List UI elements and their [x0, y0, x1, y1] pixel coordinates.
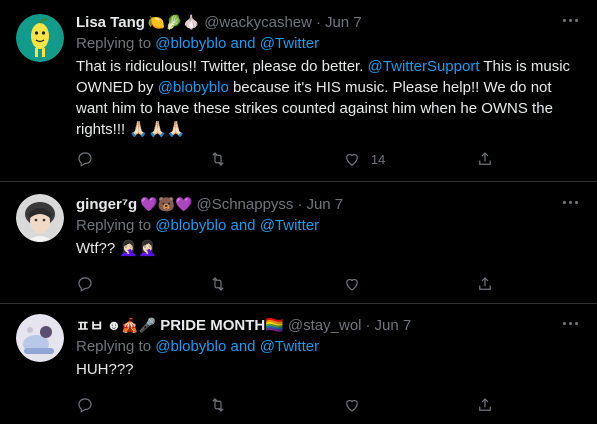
replying-prefix: Replying to [76, 217, 152, 234]
like-button[interactable]: 14 [343, 149, 476, 169]
avatar[interactable] [16, 194, 64, 242]
reply-icon [78, 277, 92, 292]
display-name[interactable]: Lisa Tang [76, 14, 145, 31]
more-icon[interactable] [559, 9, 581, 31]
tweet-text: HUH??? [76, 361, 134, 378]
tweet-date[interactable]: Jun 7 [306, 196, 343, 213]
reply-button[interactable] [76, 274, 209, 294]
user-handle[interactable]: @stay_wol [288, 317, 362, 334]
replying-user-link[interactable]: @blobyblo [155, 35, 226, 52]
tweet-body: ginger⁷g 💜🐻💜 @Schnappyss · Jun 7 Replyin… [76, 193, 581, 259]
reply-button[interactable] [76, 395, 209, 415]
text-segment: That is ridiculous!! Twitter, please do … [76, 58, 368, 75]
retweet-button[interactable] [209, 395, 342, 415]
display-name-suffix[interactable]: PRIDE MONTH🏳️‍🌈 [160, 316, 284, 334]
share-icon [479, 152, 492, 165]
like-button[interactable] [343, 395, 476, 415]
reply-button[interactable] [76, 149, 209, 169]
replying-prefix: Replying to [76, 338, 152, 355]
name-emojis: 💜🐻💜 [140, 195, 193, 212]
replying-to: Replying to @blobyblo and @Twitter [76, 216, 581, 236]
tweet-body: ㅍㅂ ☻🎪🎤 PRIDE MONTH🏳️‍🌈 @stay_wol · Jun 7… [76, 314, 581, 380]
tweet-header: ginger⁷g 💜🐻💜 @Schnappyss · Jun 7 [76, 193, 581, 215]
replying-user-link[interactable]: @Twitter [260, 217, 319, 234]
replying-user-link[interactable]: @blobyblo [155, 217, 226, 234]
separator: · [297, 195, 303, 213]
retweet-icon [212, 152, 225, 166]
tweet-actions [76, 395, 496, 415]
tweet-actions [76, 274, 496, 294]
tweet[interactable]: Lisa Tang 🍋🥬🧄 @wackycashew · Jun 7 Reply… [0, 0, 597, 182]
replying-to: Replying to @blobyblo and @Twitter [76, 337, 581, 357]
reply-icon [78, 152, 92, 167]
replying-prefix: Replying to [76, 35, 152, 52]
tweet-feed: Lisa Tang 🍋🥬🧄 @wackycashew · Jun 7 Reply… [0, 0, 597, 424]
display-name[interactable]: ginger⁷g [76, 196, 137, 213]
more-icon[interactable] [559, 191, 581, 213]
user-handle[interactable]: @wackycashew [204, 14, 312, 31]
avatar[interactable] [16, 14, 64, 62]
name-emojis: 🍋🥬🧄 [147, 13, 201, 30]
retweet-icon [212, 398, 225, 412]
like-icon [345, 278, 358, 291]
share-button[interactable] [476, 149, 496, 169]
tweet-text: That is ridiculous!! Twitter, please do … [76, 56, 581, 140]
share-icon [479, 398, 492, 411]
tweet[interactable]: ginger⁷g 💜🐻💜 @Schnappyss · Jun 7 Replyin… [0, 182, 597, 304]
replying-and[interactable]: and [231, 338, 256, 355]
tweet-header: Lisa Tang 🍋🥬🧄 @wackycashew · Jun 7 [76, 11, 581, 33]
retweet-button[interactable] [209, 149, 342, 169]
retweet-button[interactable] [209, 274, 342, 294]
tweet[interactable]: ㅍㅂ ☻🎪🎤 PRIDE MONTH🏳️‍🌈 @stay_wol · Jun 7… [0, 304, 597, 424]
tweet-date[interactable]: Jun 7 [325, 14, 362, 31]
mention-link[interactable]: @blobyblo [158, 79, 229, 96]
share-button[interactable] [476, 274, 496, 294]
like-button[interactable] [343, 274, 476, 294]
replying-user-link[interactable]: @blobyblo [155, 338, 226, 355]
tweet-body: Lisa Tang 🍋🥬🧄 @wackycashew · Jun 7 Reply… [76, 11, 581, 140]
replying-and[interactable]: and [231, 35, 256, 52]
tweet-actions: 14 [76, 149, 496, 169]
avatar[interactable] [16, 314, 64, 362]
name-emojis: ☻🎪🎤 [106, 316, 157, 333]
share-button[interactable] [476, 395, 496, 415]
like-count: 14 [370, 151, 386, 167]
display-name[interactable]: ㅍㅂ [76, 315, 104, 336]
replying-user-link[interactable]: @Twitter [260, 338, 319, 355]
share-icon [479, 277, 492, 290]
reply-icon [78, 398, 92, 413]
mention-link[interactable]: @TwitterSupport [368, 58, 480, 75]
like-icon [345, 399, 358, 412]
replying-and[interactable]: and [231, 217, 256, 234]
tweet-header: ㅍㅂ ☻🎪🎤 PRIDE MONTH🏳️‍🌈 @stay_wol · Jun 7 [76, 314, 581, 336]
tweet-text: Wtf?? 🤦🏻‍♀️🤦🏻‍♀️ [76, 240, 157, 257]
separator: · [365, 316, 371, 334]
more-icon[interactable] [559, 312, 581, 334]
retweet-icon [212, 277, 225, 291]
replying-to: Replying to @blobyblo and @Twitter [76, 34, 581, 54]
like-icon [345, 153, 358, 166]
tweet-date[interactable]: Jun 7 [375, 317, 412, 334]
replying-user-link[interactable]: @Twitter [260, 35, 319, 52]
user-handle[interactable]: @Schnappyss [196, 196, 293, 213]
separator: · [315, 13, 321, 31]
